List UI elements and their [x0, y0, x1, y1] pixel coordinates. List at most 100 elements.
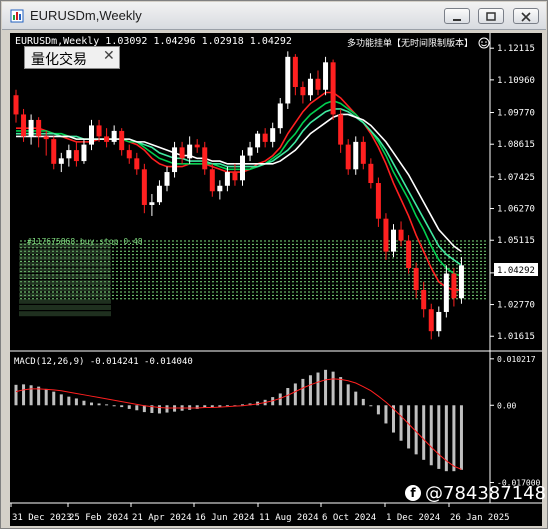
time-tick: 31 Dec 2023 [12, 513, 72, 523]
widget-close-icon[interactable]: ✕ [103, 48, 115, 64]
candle [240, 150, 245, 186]
price-tick: 1.08615 [497, 140, 535, 150]
candle [66, 144, 72, 167]
macd-bar [316, 372, 320, 406]
candle [43, 130, 49, 156]
quant-trading-widget[interactable]: 量化交易 ✕ [24, 46, 120, 69]
candle [224, 166, 230, 192]
price-tick: 1.02770 [497, 301, 535, 311]
macd-bar [74, 398, 78, 406]
chart-canvas[interactable]: 1.12115 1.10960 1.09770 1.08615 1.07425 1.062… [10, 33, 542, 526]
macd-bar [105, 404, 109, 406]
candle [28, 114, 34, 145]
candle [428, 303, 434, 340]
price-tick: 1.01615 [497, 332, 535, 342]
chart-area[interactable]: 1.12115 1.10960 1.09770 1.08615 1.07425 1.062… [10, 33, 542, 526]
watermark-text: @784387148 [425, 483, 547, 504]
restore-button[interactable] [478, 8, 504, 24]
time-tick: 1 Dec 2024 [386, 513, 440, 523]
candle [315, 70, 321, 96]
macd-bar [165, 405, 169, 413]
restore-icon [486, 12, 496, 21]
macd-bar [407, 405, 411, 449]
widget-label: 量化交易 [31, 52, 87, 68]
candle [300, 81, 306, 104]
macd-bar [414, 405, 418, 455]
window-title: EURUSDm,Weekly [30, 8, 142, 23]
macd-bar [354, 391, 358, 406]
candle [330, 59, 336, 120]
candle [111, 125, 117, 145]
order-label-block [19, 292, 111, 298]
candle [209, 163, 215, 197]
macd-bar [293, 383, 297, 406]
order-label-block [19, 298, 111, 304]
candle [73, 141, 79, 167]
macd-bar [112, 405, 116, 407]
macd-bar [324, 369, 328, 406]
macd-bar [67, 396, 71, 406]
time-tick: 21 Apr 2024 [132, 513, 192, 523]
candle [262, 128, 268, 148]
candle [443, 265, 449, 318]
minimize-button[interactable] [444, 8, 470, 24]
candle [277, 97, 283, 134]
macd-bar [399, 405, 403, 441]
macd-bar [22, 384, 26, 406]
watermark: f @784387148 [405, 483, 546, 504]
price-tick: 1.12115 [497, 44, 535, 54]
macd-bar [429, 405, 433, 466]
candle [104, 128, 110, 148]
time-tick: 26 Jan 2025 [450, 513, 510, 523]
candle [285, 51, 291, 109]
macd-bar [278, 393, 282, 406]
candle [179, 141, 185, 164]
price-tick: 1.10960 [497, 76, 535, 86]
candle [406, 235, 412, 274]
order-label-block [19, 305, 111, 310]
macd-tick: 0.010217 [497, 355, 536, 364]
macd-label: MACD(12,26,9) -0.014241 -0.014040 [14, 357, 193, 367]
price-tick: 1.09770 [497, 109, 535, 119]
macd-bar [14, 384, 18, 406]
time-axis: 31 Dec 202325 Feb 2024 21 Apr 2024 16 Jun … [10, 503, 510, 523]
macd-bar [90, 402, 93, 406]
order-label-block [19, 286, 111, 292]
time-tick: 25 Feb 2024 [69, 513, 129, 523]
macd-bar [29, 385, 33, 406]
candle [292, 54, 298, 96]
candle [202, 141, 208, 175]
minimize-icon [453, 19, 461, 21]
smiley-icon [478, 37, 490, 49]
candle [255, 130, 261, 153]
facebook-icon: f [405, 485, 421, 501]
candle [368, 158, 374, 189]
candle [36, 117, 42, 148]
macd-bar [308, 375, 312, 406]
candle [247, 141, 253, 162]
order-label-block [19, 311, 111, 317]
candle [149, 194, 155, 216]
price-tick: 1.05115 [497, 236, 535, 246]
macd-bar [301, 378, 305, 406]
title-bar[interactable]: EURUSDm,Weekly [2, 2, 546, 30]
order-label-block [19, 274, 111, 279]
terminal-window: EURUSDm,Weekly 1.12115 1.10960 1.09770 1.08… [0, 0, 548, 529]
candle [141, 163, 147, 214]
macd-bar [120, 405, 124, 408]
macd-bar [346, 384, 350, 406]
candle [217, 180, 223, 200]
candle [436, 306, 442, 337]
candle [58, 152, 64, 173]
candle [398, 221, 404, 247]
candle [164, 166, 170, 192]
macd-bar [331, 371, 335, 406]
candle [353, 136, 359, 175]
price-tick: 1.06270 [497, 205, 535, 215]
order-label-block [19, 249, 111, 255]
macd-bar [437, 405, 441, 469]
macd-bar [384, 405, 388, 424]
price-tick: 1.07425 [497, 173, 535, 183]
candle [89, 119, 94, 151]
close-button[interactable] [513, 8, 539, 24]
